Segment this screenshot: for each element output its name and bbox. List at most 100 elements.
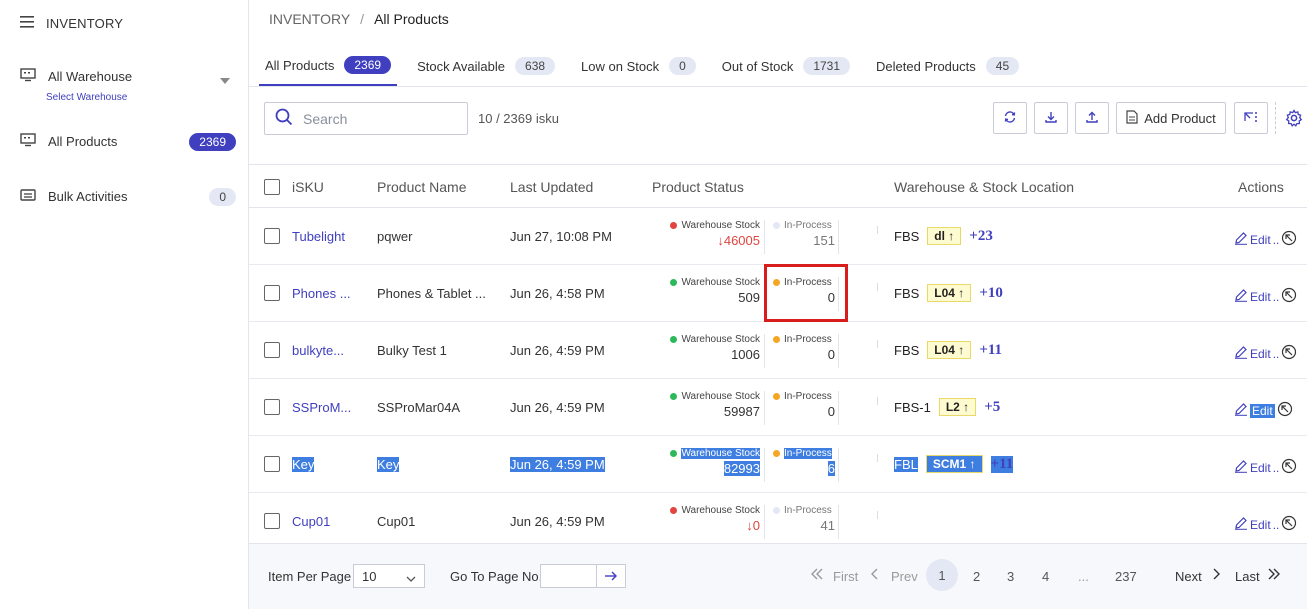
edit-button[interactable]: Edit — [1250, 233, 1271, 247]
tab-all-products[interactable]: All Products 2369 — [259, 46, 398, 86]
warehouse-selector[interactable]: All Warehouse — [20, 68, 236, 85]
warehouse-location: FBS L04 ↑ +11 — [894, 341, 1002, 359]
pencil-icon[interactable] — [1234, 459, 1248, 476]
breadcrumb-parent[interactable]: INVENTORY — [269, 11, 350, 27]
search-icon — [275, 108, 293, 129]
open-icon[interactable] — [1281, 230, 1297, 249]
chevron-right-icon[interactable] — [1212, 568, 1220, 583]
product-name: Bulky Test 1 — [377, 343, 447, 358]
page-2-button[interactable]: 2 — [973, 569, 980, 584]
settings-icon[interactable] — [1285, 109, 1303, 130]
page-3-button[interactable]: 3 — [1007, 569, 1014, 584]
download-button[interactable] — [1034, 102, 1068, 134]
row-checkbox[interactable] — [264, 513, 280, 529]
sidebar-item-all-products[interactable]: All Products 2369 — [20, 132, 236, 151]
chevron-down-icon[interactable] — [220, 78, 230, 84]
row-checkbox[interactable] — [264, 228, 280, 244]
chevron-left-icon[interactable] — [871, 568, 879, 583]
tab-count: 45 — [985, 57, 1020, 75]
table-row[interactable]: SSProM... SSProMar04A Jun 26, 4:59 PM Wa… — [249, 379, 1307, 436]
add-product-button[interactable]: Add Product — [1116, 102, 1226, 134]
double-chevron-right-icon[interactable] — [1267, 568, 1281, 583]
edit-button[interactable]: Edit — [1250, 347, 1271, 361]
per-page-value: 10 — [362, 568, 377, 584]
double-chevron-left-icon[interactable] — [810, 568, 824, 583]
per-page-select[interactable]: 10 — [353, 564, 425, 588]
breadcrumb: INVENTORY / All Products — [269, 11, 449, 27]
page-4-button[interactable]: 4 — [1042, 569, 1049, 584]
location-tag[interactable]: L2 ↑ — [938, 398, 977, 416]
edit-button[interactable]: Edit — [1250, 518, 1271, 532]
tab-label: Deleted Products — [876, 58, 976, 74]
goto-page-button[interactable] — [597, 565, 625, 587]
edit-button[interactable]: Edit — [1250, 461, 1271, 475]
edit-button[interactable]: Edit — [1250, 290, 1271, 304]
upload-button[interactable] — [1075, 102, 1109, 134]
row-checkbox[interactable] — [264, 399, 280, 415]
tab-low-on-stock[interactable]: Low on Stock 0 — [575, 46, 702, 86]
page-last-number-button[interactable]: 237 — [1115, 569, 1137, 584]
sidebar-item-bulk-activities[interactable]: Bulk Activities 0 — [20, 187, 236, 206]
more-locations[interactable]: +5 — [984, 399, 1000, 416]
table-row[interactable]: Key Key Jun 26, 4:59 PM Warehouse Stock … — [249, 436, 1307, 493]
select-all-checkbox[interactable] — [264, 179, 280, 195]
isku-link[interactable]: Phones ... — [292, 286, 351, 301]
refresh-button[interactable] — [993, 102, 1027, 134]
open-icon[interactable] — [1281, 515, 1297, 534]
location-tag[interactable]: dl ↑ — [927, 227, 962, 245]
header-product-name[interactable]: Product Name — [377, 179, 466, 195]
expand-button[interactable] — [1234, 102, 1268, 134]
location-tag[interactable]: SCM1 ↑ — [925, 455, 983, 473]
tab-out-of-stock[interactable]: Out of Stock 1731 — [716, 46, 856, 86]
more-locations[interactable]: +11 — [990, 455, 1014, 473]
open-icon[interactable] — [1277, 401, 1293, 420]
pencil-icon[interactable] — [1234, 345, 1248, 362]
header-last-updated[interactable]: Last Updated — [510, 179, 593, 195]
row-checkbox[interactable] — [264, 342, 280, 358]
pencil-icon[interactable] — [1234, 402, 1248, 419]
open-icon[interactable] — [1281, 344, 1297, 363]
pencil-icon[interactable] — [1234, 231, 1248, 248]
page-1-button[interactable]: 1 — [926, 559, 958, 591]
last-updated: Jun 26, 4:59 PM — [510, 514, 605, 529]
in-process: In-Process 41 — [773, 505, 835, 533]
first-page-button[interactable]: First — [833, 569, 858, 584]
table-row[interactable]: Cup01 Cup01 Jun 26, 4:59 PM Warehouse St… — [249, 493, 1307, 541]
last-updated: Jun 26, 4:58 PM — [510, 286, 605, 301]
menu-icon[interactable] — [20, 16, 34, 31]
row-checkbox[interactable] — [264, 285, 280, 301]
isku-link[interactable]: Tubelight — [292, 229, 345, 244]
location-tag[interactable]: L04 ↑ — [927, 284, 972, 302]
isku-link[interactable]: Key — [292, 457, 315, 472]
tab-stock-available[interactable]: Stock Available 638 — [411, 46, 561, 86]
sidebar-header[interactable]: INVENTORY — [20, 16, 123, 31]
more-locations[interactable]: +23 — [969, 228, 993, 245]
tab-label: Stock Available — [417, 58, 506, 74]
select-warehouse-link[interactable]: Select Warehouse — [46, 92, 127, 103]
pencil-icon[interactable] — [1234, 288, 1248, 305]
open-icon[interactable] — [1281, 458, 1297, 477]
next-page-button[interactable]: Next — [1175, 569, 1202, 584]
header-isku[interactable]: iSKU — [292, 179, 324, 195]
search-input[interactable] — [303, 110, 453, 127]
last-page-button[interactable]: Last — [1235, 569, 1260, 584]
product-name: Phones & Tablet ... — [377, 286, 486, 301]
warehouse-location: FBL SCM1 ↑ +11 — [894, 455, 1014, 473]
row-checkbox[interactable] — [264, 456, 280, 472]
search-box[interactable] — [264, 102, 468, 135]
row-actions: Edit.. — [1234, 458, 1297, 477]
goto-page-input[interactable] — [541, 565, 597, 587]
isku-link[interactable]: SSProM... — [292, 400, 351, 415]
pencil-icon[interactable] — [1234, 516, 1248, 533]
isku-link[interactable]: bulkyte... — [292, 343, 344, 358]
table-row[interactable]: Tubelight pqwer Jun 27, 10:08 PM Warehou… — [249, 208, 1307, 265]
more-locations[interactable]: +10 — [979, 285, 1003, 302]
more-locations[interactable]: +11 — [979, 342, 1002, 359]
tab-deleted-products[interactable]: Deleted Products 45 — [870, 46, 1025, 86]
open-icon[interactable] — [1281, 287, 1297, 306]
table-row[interactable]: bulkyte... Bulky Test 1 Jun 26, 4:59 PM … — [249, 322, 1307, 379]
location-tag[interactable]: L04 ↑ — [927, 341, 972, 359]
edit-button[interactable]: Edit — [1250, 403, 1275, 418]
prev-page-button[interactable]: Prev — [891, 569, 918, 584]
isku-link[interactable]: Cup01 — [292, 514, 330, 529]
